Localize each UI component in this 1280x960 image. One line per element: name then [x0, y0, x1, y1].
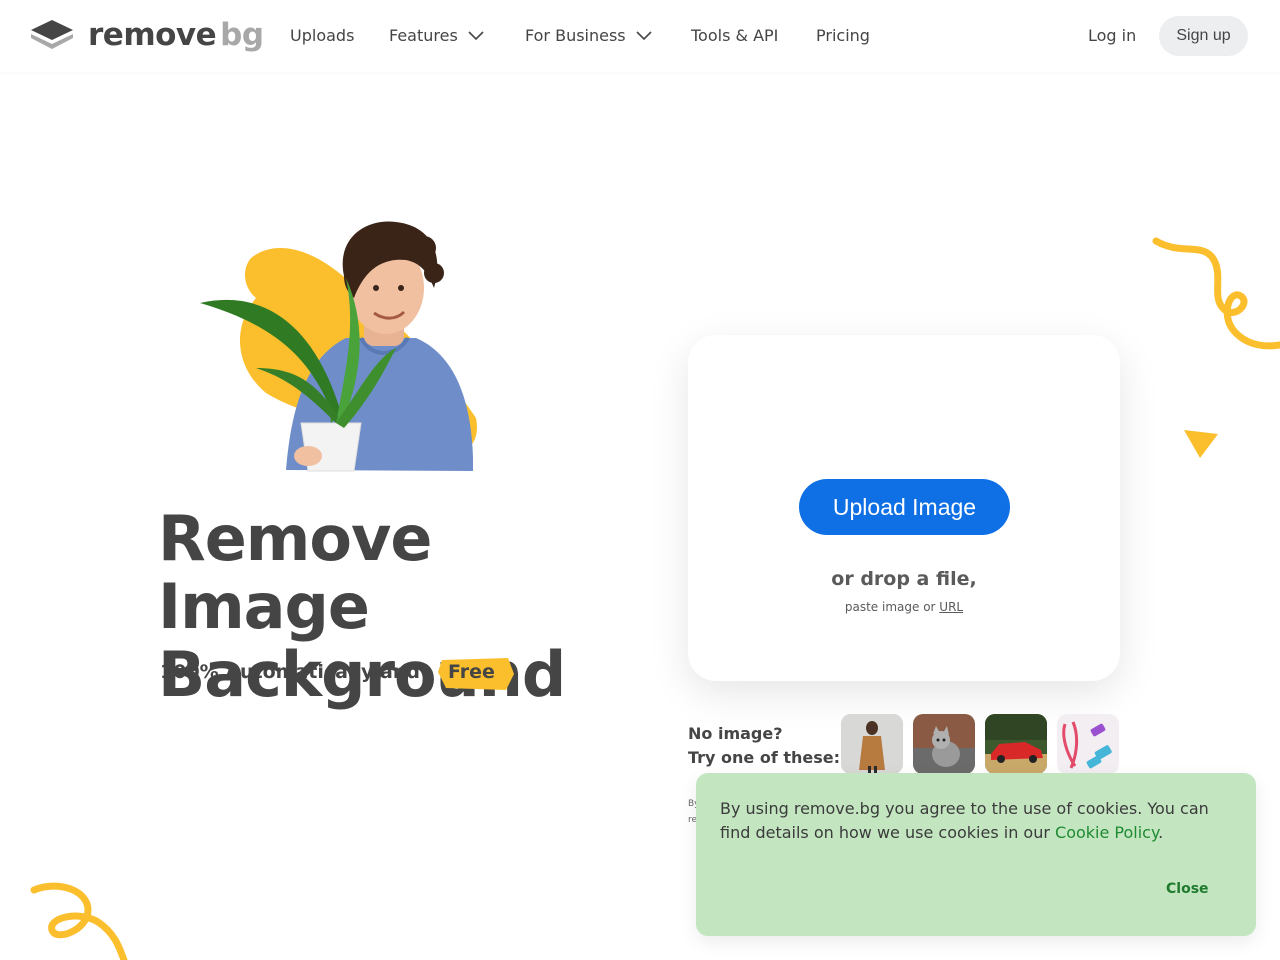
squiggle-decoration-top-right [1152, 237, 1280, 350]
cookie-banner: By using remove.bg you agree to the use … [696, 773, 1256, 936]
sample-thumb-car[interactable] [985, 714, 1047, 774]
nav-uploads[interactable]: Uploads [290, 25, 354, 47]
upload-card[interactable]: Upload Image or drop a file, paste image… [688, 335, 1120, 681]
logo-wordmark: remove bg [88, 18, 264, 52]
paste-hint: paste image or URL [688, 600, 1120, 614]
logo-main: remove [88, 17, 217, 53]
cookie-message-suffix: . [1158, 823, 1164, 842]
hero-image [196, 218, 486, 477]
sample-prompt: No image? Try one of these: [688, 722, 840, 770]
upload-image-button[interactable]: Upload Image [799, 479, 1010, 535]
sample-thumb-woman[interactable] [841, 714, 903, 774]
sample-thumb-cat[interactable] [913, 714, 975, 774]
cookie-policy-link[interactable]: Cookie Policy [1055, 823, 1158, 842]
nav-tools-api[interactable]: Tools & API [691, 25, 778, 47]
chevron-down-icon [468, 31, 484, 41]
login-link[interactable]: Log in [1088, 25, 1136, 47]
hero-title-line1: Remove Image [158, 502, 432, 643]
triangle-decoration [1184, 430, 1218, 458]
cookie-close-button[interactable]: Close [1166, 881, 1209, 897]
paste-hint-prefix: paste image or [844, 600, 936, 614]
sample-prompt-line1: No image? [688, 724, 783, 743]
logo[interactable]: remove bg [30, 18, 264, 52]
hero-subtitle-text: 100% Automatically and [160, 661, 420, 683]
logo-icon [31, 20, 73, 49]
top-navbar: remove bg Uploads Features For Business T… [0, 0, 1280, 72]
free-badge-label: Free [447, 661, 495, 683]
free-badge: Free [436, 656, 514, 690]
nav-for-business[interactable]: For Business [525, 25, 652, 47]
sample-images [841, 714, 1119, 774]
cookie-message: By using remove.bg you agree to the use … [720, 797, 1240, 845]
hero-subtitle: 100% Automatically and Free [160, 656, 514, 690]
chevron-down-icon [636, 31, 652, 41]
sample-prompt-line2: Try one of these: [688, 748, 841, 767]
squiggle-decoration-bottom-left [30, 882, 128, 960]
logo-accent: bg [220, 17, 264, 53]
nav-features[interactable]: Features [389, 25, 484, 47]
nav-pricing[interactable]: Pricing [816, 25, 870, 47]
sample-thumb-gadget[interactable] [1057, 714, 1119, 774]
drop-file-text: or drop a file, [831, 568, 977, 590]
url-link[interactable]: URL [939, 600, 963, 614]
signup-button[interactable]: Sign up [1159, 16, 1248, 56]
